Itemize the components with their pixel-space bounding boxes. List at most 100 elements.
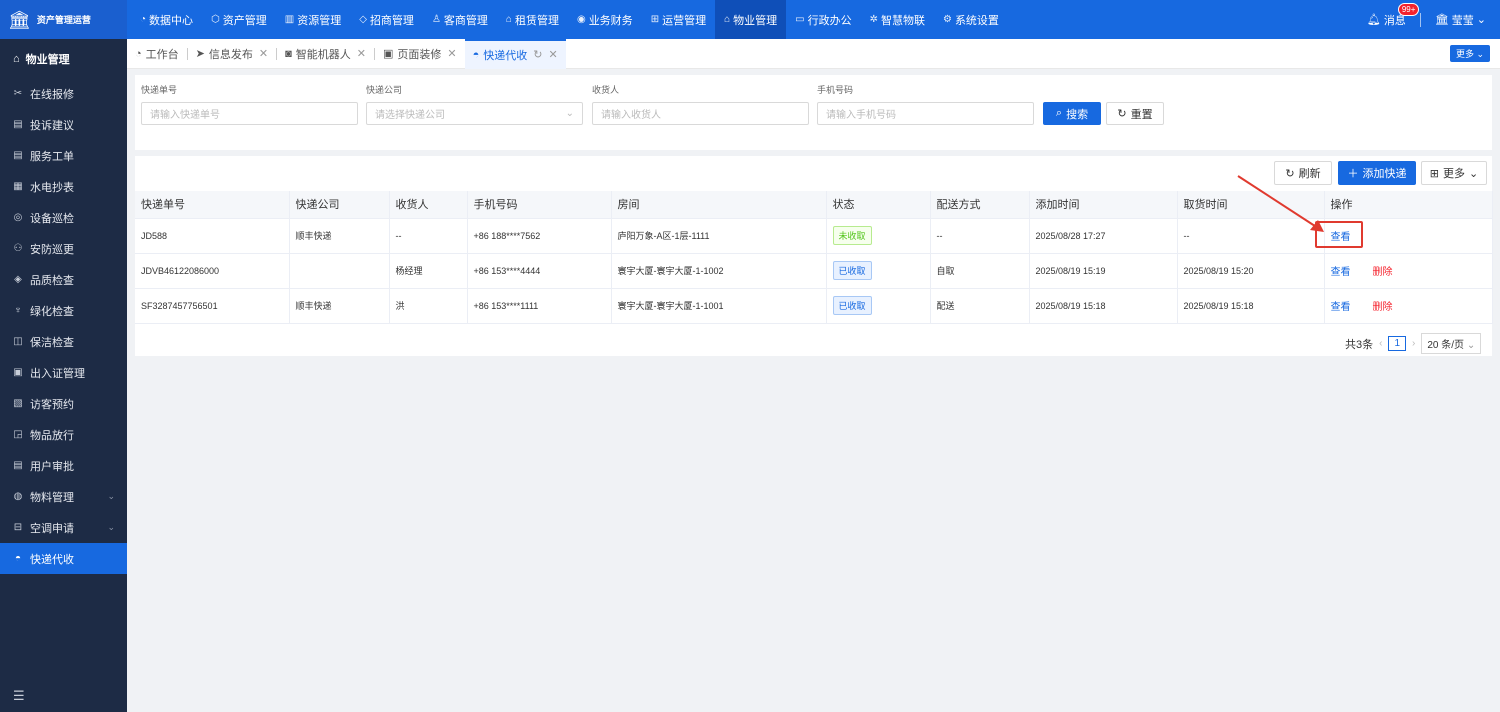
messages-button[interactable]: 🔔︎ 消息 99+ (1366, 2, 1420, 28)
cell-actions: 查看 删除 (1324, 288, 1493, 324)
topnav-investment[interactable]: ◇ 招商管理 (350, 0, 423, 39)
sidebar-header[interactable]: ⌂ 物业管理 (0, 39, 127, 78)
column-header[interactable]: 快递单号 (135, 191, 290, 219)
reset-button[interactable]: ↻ 重置 (1106, 102, 1164, 125)
bank-icon: 🏛 (1434, 14, 1449, 26)
user-menu[interactable]: 🏛 莹莹 ⌄ (1435, 12, 1486, 28)
sidebar-item-visitor-booking[interactable]: ▧ 访客预约 (0, 388, 127, 419)
monitor-icon: ▭ (795, 14, 805, 25)
home-icon: ⌂ (13, 52, 20, 65)
top-nav: ◔ 数据中心 ⬡ 资产管理 ▥ 资源管理 ◇ 招商管理 ♙ 客商管理 ⌂ 租赁管理 ◉ 业务财… (127, 0, 1008, 39)
topnav-property[interactable]: ⌂ 物业管理 (715, 0, 787, 39)
sidebar-item-access-pass[interactable]: ▣ 出入证管理 (0, 357, 127, 388)
plant-icon: ♆ (14, 305, 22, 316)
delete-link[interactable]: 删除 (1373, 302, 1393, 313)
tab-label: 快递代收 (483, 49, 528, 62)
sidebar-item-materials[interactable]: ◍ 物料管理 ⌄ (0, 481, 127, 512)
more-actions-button[interactable]: ⊞ 更多 ⌄ (1421, 161, 1487, 185)
sidebar-item-complaints[interactable]: ▤ 投诉建议 (0, 109, 127, 140)
column-header[interactable]: 添加时间 (1029, 191, 1178, 219)
close-icon[interactable]: ✕ (357, 47, 366, 60)
close-icon[interactable]: ✕ (259, 47, 268, 60)
topnav-merchants[interactable]: ♙ 客商管理 (423, 0, 497, 39)
cell-recipient: 杨经理 (389, 253, 468, 289)
bell-icon: 🔔︎ (1366, 14, 1381, 26)
card-icon: ▣ (13, 367, 23, 378)
sidebar-item-equipment-inspection[interactable]: ◎ 设备巡检 (0, 202, 127, 233)
topnav-iot[interactable]: ✲ 智慧物联 (861, 0, 934, 39)
page-number-button[interactable]: 1 (1388, 336, 1407, 351)
sidebar-item-work-orders[interactable]: ▤ 服务工单 (0, 140, 127, 171)
refresh-icon[interactable]: ↻ (533, 48, 542, 61)
topnav-leasing[interactable]: ⌂ 租赁管理 (497, 0, 568, 39)
sidebar-item-greening-check[interactable]: ♆ 绿化检查 (0, 295, 127, 326)
topnav-finance[interactable]: ◉ 业务财务 (568, 0, 642, 39)
tab-robot[interactable]: ◙ 智能机器人 ✕ (277, 39, 374, 69)
close-icon[interactable]: ✕ (548, 48, 557, 61)
sidebar-item-cleaning-check[interactable]: ◫ 保洁检查 (0, 326, 127, 357)
close-icon[interactable]: ✕ (447, 47, 456, 60)
sidebar-item-aircon-request[interactable]: ⊟ 空调申请 ⌄ (0, 512, 127, 543)
topnav-data-center[interactable]: ◔ 数据中心 (131, 0, 202, 39)
column-header[interactable]: 收货人 (389, 191, 468, 219)
sidebar-item-meter-reading[interactable]: ▦ 水电抄表 (0, 171, 127, 202)
tracking-number-input[interactable]: 请输入快递单号 (141, 102, 358, 125)
column-header[interactable]: 房间 (611, 191, 827, 219)
chevron-left-icon[interactable]: ‹ (1379, 338, 1382, 349)
column-header[interactable]: 状态 (826, 191, 931, 219)
topnav-settings[interactable]: ⚙ 系统设置 (934, 0, 1008, 39)
view-link[interactable]: 查看 (1331, 267, 1351, 278)
column-header[interactable]: 快递公司 (289, 191, 390, 219)
cell-tracking: JDVB46122086000 (135, 253, 290, 289)
field-label: 收货人 (592, 85, 620, 95)
meter-icon: ▦ (13, 181, 23, 192)
tab-info-publish[interactable]: ➤ 信息发布 ✕ (188, 39, 276, 69)
cell-phone: +86 153****4444 (467, 253, 612, 289)
topnav-operations[interactable]: ⊞ 运营管理 (642, 0, 715, 39)
recipient-input[interactable]: 请输入收货人 (592, 102, 809, 125)
page-size-label: 20 条/页 (1427, 340, 1465, 351)
add-parcel-button[interactable]: ＋添加快递 (1338, 161, 1416, 185)
sidebar: ⌂ 物业管理 ✂ 在线报修 ▤ 投诉建议 ▤ 服务工单 ▦ 水电抄表 ◎ 设备巡检 ⚇ 安防… (0, 39, 127, 712)
user-name: 莹莹 (1451, 14, 1474, 27)
cell-phone: +86 153****1111 (467, 288, 612, 324)
send-icon: ➤ (195, 48, 205, 60)
tab-page-decoration[interactable]: ▣ 页面装修 ✕ (375, 39, 465, 69)
tracking-number-field: 快递单号 请输入快递单号 (141, 83, 358, 125)
cell-status: 已收取 (826, 288, 931, 324)
view-link[interactable]: 查看 (1331, 232, 1351, 243)
cell-status: 已收取 (826, 253, 931, 289)
delete-link[interactable]: 删除 (1373, 267, 1393, 278)
view-link[interactable]: 查看 (1331, 302, 1351, 313)
topnav-office[interactable]: ▭ 行政办公 (786, 0, 860, 39)
sensor-icon: ✲ (869, 14, 878, 25)
topnav-resources[interactable]: ▥ 资源管理 (276, 0, 350, 39)
chevron-down-icon: ⌄ (565, 108, 574, 119)
sidebar-item-security-patrol[interactable]: ⚇ 安防巡更 (0, 233, 127, 264)
tabs-more-button[interactable]: 更多 ⌄ (1449, 45, 1490, 62)
courier-company-select[interactable]: 请选择快递公司 ⌄ (366, 102, 583, 125)
sidebar-item-label: 出入证管理 (30, 367, 85, 380)
chevron-right-icon[interactable]: › (1412, 338, 1415, 349)
sidebar-item-goods-release[interactable]: ◲ 物品放行 (0, 419, 127, 450)
cell-delivery: 配送 (930, 288, 1030, 324)
sidebar-item-quality-check[interactable]: ◈ 品质检查 (0, 264, 127, 295)
sidebar-item-user-approval[interactable]: ▤ 用户审批 (0, 450, 127, 481)
sidebar-item-repair[interactable]: ✂ 在线报修 (0, 78, 127, 109)
total-count: 共3条 (1345, 338, 1374, 351)
app-logo[interactable]: 🏛 资产管理运营 (0, 0, 127, 39)
grid-icon: ⊞ (1429, 167, 1439, 180)
search-button[interactable]: ⌕ 搜索 (1043, 102, 1101, 125)
column-header[interactable]: 配送方式 (930, 191, 1030, 219)
target-icon: ◎ (13, 212, 23, 223)
sidebar-item-parcel-collection[interactable]: ◓ 快递代收 (0, 543, 127, 574)
collapse-menu-icon[interactable]: ☰ (13, 688, 25, 704)
tab-workbench[interactable]: ◔ 工作台 (127, 39, 187, 69)
phone-input[interactable]: 请输入手机号码 (817, 102, 1034, 125)
topnav-label: 客商管理 (443, 14, 488, 27)
column-header[interactable]: 手机号码 (467, 191, 612, 219)
topnav-assets[interactable]: ⬡ 资产管理 (202, 0, 276, 39)
page-size-select[interactable]: 20 条/页 ⌄ (1421, 333, 1482, 354)
tab-parcel-collection[interactable]: ◓ 快递代收 ↻ ✕ (464, 38, 566, 69)
cell-room: 寰宇大厦-寰宇大厦-1-1001 (611, 288, 827, 324)
